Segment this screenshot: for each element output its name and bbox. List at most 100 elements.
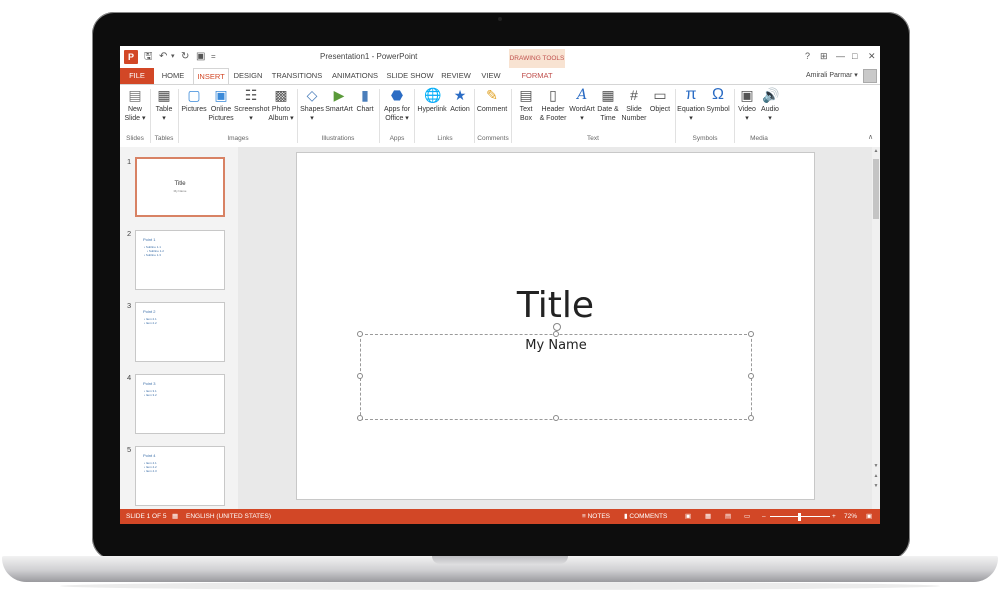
zoom-in-button[interactable]: + <box>832 509 836 524</box>
video-button[interactable]: ▣ Video ▾ <box>736 87 758 123</box>
maximize-button[interactable]: □ <box>852 51 857 61</box>
apps-for-office-button[interactable]: ⬣ Apps for Office ▾ <box>382 87 412 123</box>
collapse-ribbon-button[interactable]: ∧ <box>868 133 873 141</box>
help-button[interactable]: ? <box>805 51 810 61</box>
resize-handle[interactable] <box>748 415 754 421</box>
slide-thumbnail-1[interactable]: Title My Name <box>135 157 225 217</box>
tab-format[interactable]: FORMAT <box>518 68 556 84</box>
thumbnail-bullet: • Item 3.2 <box>144 393 157 397</box>
resize-handle[interactable] <box>748 373 754 379</box>
redo-icon[interactable]: ↻ <box>181 50 189 64</box>
undo-dropdown-icon[interactable]: ▾ <box>171 50 175 64</box>
comments-button[interactable]: ▮ COMMENTS <box>624 509 667 524</box>
ribbon-display-button[interactable]: ⊞ <box>820 51 828 62</box>
present-icon[interactable]: ▣ <box>196 50 205 64</box>
comment-icon: ✎ <box>486 87 498 103</box>
online-pictures-button[interactable]: ▣ Online Pictures <box>208 87 234 123</box>
normal-view-icon[interactable]: ▣ <box>685 509 691 524</box>
group-label-slides: Slides <box>126 135 144 142</box>
customize-qat-button[interactable]: = <box>211 50 216 64</box>
scrollbar-thumb[interactable] <box>873 159 879 219</box>
pi-icon: π <box>685 86 697 103</box>
resize-handle[interactable] <box>357 373 363 379</box>
tab-file[interactable]: FILE <box>120 68 154 84</box>
tab-design[interactable]: DESIGN <box>232 68 264 84</box>
resize-handle[interactable] <box>553 331 559 337</box>
pictures-button[interactable]: ▢ Pictures <box>180 87 208 114</box>
resize-handle[interactable] <box>553 415 559 421</box>
smartart-button[interactable]: ▶ SmartArt <box>324 87 354 114</box>
action-button[interactable]: ★ Action <box>448 87 472 114</box>
tab-transitions[interactable]: TRANSITIONS <box>270 68 324 84</box>
tab-animations[interactable]: ANIMATIONS <box>330 68 380 84</box>
slide-subtitle[interactable]: My Name <box>361 338 751 353</box>
new-slide-button[interactable]: ▤ New Slide ▾ <box>122 87 148 123</box>
slideshow-view-icon[interactable]: ▭ <box>744 509 750 524</box>
tab-home[interactable]: HOME <box>158 68 188 84</box>
scroll-down-icon[interactable]: ▼ <box>872 463 880 469</box>
minimize-button[interactable]: — <box>836 51 845 61</box>
tab-view[interactable]: VIEW <box>478 68 504 84</box>
resize-handle[interactable] <box>357 331 363 337</box>
header-footer-button[interactable]: ▯ Header & Footer <box>538 87 568 123</box>
next-slide-icon[interactable]: ▼ <box>872 483 880 489</box>
photo-album-icon: ▩ <box>274 87 288 103</box>
symbol-button[interactable]: Ω Symbol <box>705 87 731 114</box>
tab-insert[interactable]: INSERT <box>193 68 229 84</box>
slide-thumbnail-pane: 1 Title My Name 2 Point 1 • Subline 1.1 … <box>120 147 238 509</box>
rotate-handle[interactable] <box>553 323 561 331</box>
chart-button[interactable]: ▮ Chart <box>354 87 376 114</box>
save-icon[interactable]: 🖫 <box>144 50 153 64</box>
slide-title[interactable]: Title <box>297 285 814 326</box>
close-button[interactable]: ✕ <box>868 51 876 62</box>
date-time-button[interactable]: ▦ Date & Time <box>596 87 620 123</box>
equation-button[interactable]: π Equation ▾ <box>677 87 705 123</box>
previous-slide-icon[interactable]: ▲ <box>872 473 880 479</box>
user-account[interactable]: Amirali Parmar ▾ <box>806 71 858 79</box>
tab-slide-show[interactable]: SLIDE SHOW <box>386 68 434 84</box>
notes-button[interactable]: ≡ NOTES <box>582 509 610 524</box>
slide-number-button[interactable]: # Slide Number <box>620 87 648 123</box>
wordart-button[interactable]: A WordArt ▾ <box>568 87 596 123</box>
slide-thumbnail-3[interactable]: Point 2 • Item 2.1 • Item 2.2 <box>135 302 225 362</box>
scroll-up-icon[interactable]: ▲ <box>872 148 880 154</box>
audio-button[interactable]: 🔊 Audio ▾ <box>758 87 782 123</box>
slide-number: 5 <box>127 445 132 454</box>
resize-handle[interactable] <box>748 331 754 337</box>
screenshot-button[interactable]: ☷ Screenshot ▾ <box>234 87 269 123</box>
photo-album-button[interactable]: ▩ Photo Album ▾ <box>268 87 294 123</box>
slide-thumbnail-2[interactable]: Point 1 • Subline 1.1 • Subline 1.2 • Su… <box>135 230 225 290</box>
tab-review[interactable]: REVIEW <box>440 68 472 84</box>
vertical-scrollbar[interactable]: ▲ ▼ ▲ ▼ <box>872 147 880 509</box>
hyperlink-button[interactable]: 🌐 Hyperlink <box>416 87 448 114</box>
window-title: Presentation1 - PowerPoint <box>320 52 418 61</box>
online-pictures-icon: ▣ <box>214 87 228 103</box>
object-icon: ▭ <box>653 87 667 103</box>
ribbon: ▤ New Slide ▾ ▦ Table ▾ ▢ Pictures ▣ Online Pic… <box>120 84 880 148</box>
group-label-comments: Comments <box>477 135 509 142</box>
zoom-slider-thumb[interactable] <box>798 513 801 521</box>
comment-button[interactable]: ✎ Comment <box>476 87 508 114</box>
avatar[interactable] <box>863 69 877 83</box>
spellcheck-icon[interactable]: ▦ <box>172 509 178 524</box>
zoom-level[interactable]: 72% <box>844 509 857 524</box>
subtitle-placeholder[interactable]: My Name <box>360 334 752 420</box>
slide-canvas[interactable]: Title My Name <box>297 153 814 499</box>
resize-handle[interactable] <box>357 415 363 421</box>
reading-view-icon[interactable]: ▤ <box>725 509 731 524</box>
thumbnail-bullet: • Item 2.2 <box>144 321 157 325</box>
table-button[interactable]: ▦ Table ▾ <box>153 87 175 123</box>
slide-thumbnail-4[interactable]: Point 3 • Item 3.1 • Item 3.2 <box>135 374 225 434</box>
slide-thumbnail-5[interactable]: Point 4 • Item 4.1 • Item 4.2 • Item 4.3 <box>135 446 225 506</box>
text-box-button[interactable]: ▤ Text Box <box>514 87 538 123</box>
laptop-notch <box>432 556 568 564</box>
language-indicator[interactable]: ENGLISH (UNITED STATES) <box>186 509 271 524</box>
group-label-apps: Apps <box>389 135 405 142</box>
fit-to-window-icon[interactable]: ▣ <box>866 509 872 524</box>
zoom-out-button[interactable]: – <box>762 509 766 524</box>
camera-icon <box>498 17 502 21</box>
object-button[interactable]: ▭ Object <box>648 87 672 114</box>
undo-icon[interactable]: ↶ <box>159 50 167 64</box>
shapes-button[interactable]: ◇ Shapes ▾ <box>300 87 324 123</box>
slide-sorter-icon[interactable]: ▦ <box>705 509 711 524</box>
